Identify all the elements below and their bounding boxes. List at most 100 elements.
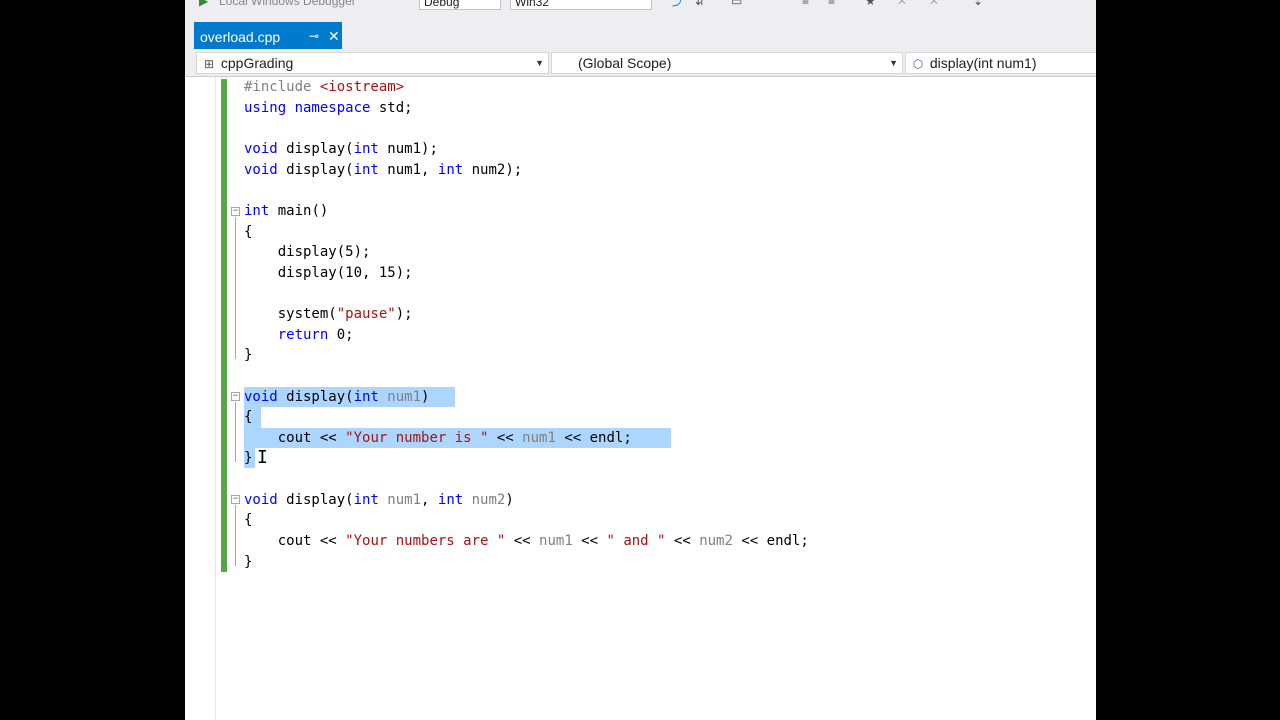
code-token: num2 <box>463 492 506 508</box>
code-token: << <box>572 533 607 549</box>
code-token: main() <box>269 203 329 219</box>
code-token: return <box>244 327 329 343</box>
code-token: ) <box>505 492 514 508</box>
scope-dropdown[interactable]: (Global Scope) ▼ <box>551 52 903 74</box>
code-token: "Your number is " <box>345 430 489 446</box>
code-line: void display(int num1, int num2); <box>244 160 522 180</box>
platform-dropdown[interactable]: Win32 <box>510 0 652 10</box>
toolbar-strip: ▶ Local Windows Debugger Debug Win32 ⤴ ⇵… <box>185 0 1096 16</box>
collapse-display-icon[interactable]: − <box>231 392 240 401</box>
code-token: << endl; <box>732 533 809 549</box>
code-line: system("pause"); <box>244 304 413 324</box>
debugger-label[interactable]: Local Windows Debugger <box>219 0 356 8</box>
code-line: void display(int num1) <box>244 387 429 407</box>
code-token: "pause" <box>336 306 396 322</box>
start-debugging-icon[interactable]: ▶ <box>199 0 208 8</box>
code-line: int main() <box>244 201 328 221</box>
visual-studio-window: ▶ Local Windows Debugger Debug Win32 ⤴ ⇵… <box>185 0 1096 720</box>
code-line: { <box>244 512 253 528</box>
code-token: using namespace <box>244 100 371 116</box>
code-line: display(10, 15); <box>244 265 413 281</box>
code-line: #include <iostream> <box>244 77 404 97</box>
bookmark-icon[interactable]: ★ <box>865 0 876 8</box>
indent-icon[interactable]: ≡ <box>802 0 809 8</box>
code-token: num1, <box>378 162 438 178</box>
code-line: cout << "Your number is " << num1 << end… <box>244 428 632 448</box>
code-token: 0; <box>328 327 354 343</box>
project-value: cppGrading <box>220 55 294 71</box>
code-token: int <box>353 492 379 508</box>
scope-value: (Global Scope) <box>578 55 672 71</box>
fold-guide <box>235 402 236 462</box>
fold-guide <box>235 505 236 566</box>
text-cursor-icon: I <box>257 447 268 468</box>
configuration-value: Debug <box>424 0 460 9</box>
window-icon[interactable]: ▭ <box>731 0 742 8</box>
chevron-down-icon: ▼ <box>889 58 898 68</box>
step-icon[interactable]: ⇵ <box>695 0 705 8</box>
code-token: void <box>244 492 278 508</box>
outdent-icon[interactable]: ≡ <box>828 0 835 8</box>
code-token: int <box>353 141 379 157</box>
code-editor[interactable]: − − − #include <iostream> using namespac… <box>185 77 1096 720</box>
code-token: #include <box>244 79 320 95</box>
code-token: ) <box>421 389 430 405</box>
code-token: num1); <box>378 141 438 157</box>
code-line: } <box>244 554 253 570</box>
code-token: int <box>437 162 464 178</box>
code-token: << <box>505 533 540 549</box>
code-token: int <box>353 389 379 405</box>
code-token: num2 <box>699 533 733 549</box>
code-line: display(5); <box>244 244 371 260</box>
code-line: } <box>244 347 253 363</box>
code-token: system( <box>244 306 337 322</box>
code-line: return 0; <box>244 325 354 345</box>
code-token: num1 <box>522 430 556 446</box>
code-token: void <box>244 389 278 405</box>
tab-label: overload.cpp <box>200 29 281 45</box>
pin-icon[interactable]: ⊸ <box>309 29 319 43</box>
code-line: using namespace std; <box>244 98 413 118</box>
collapse-display2-icon[interactable]: − <box>231 495 240 504</box>
fold-guide <box>235 217 236 359</box>
tab-overload-cpp[interactable]: overload.cpp ⊸ ✕ <box>194 22 342 49</box>
member-dropdown[interactable]: ⬡ display(int num1) <box>905 52 1096 74</box>
code-token: ); <box>395 306 413 322</box>
code-token: int <box>437 492 464 508</box>
code-token: display( <box>277 492 354 508</box>
code-token: std; <box>370 100 413 116</box>
code-token: << endl; <box>555 430 632 446</box>
code-token: void <box>244 162 278 178</box>
code-token: num1 <box>378 389 422 405</box>
code-token: , <box>421 492 438 508</box>
code-line: cout << "Your numbers are " << num1 << "… <box>244 531 809 551</box>
code-token: num1 <box>378 492 422 508</box>
code-token: display( <box>277 141 354 157</box>
more-icon[interactable]: ⇣ <box>973 0 983 8</box>
code-token: void <box>244 141 278 157</box>
code-line: { <box>244 224 253 240</box>
code-token: " and " <box>606 533 666 549</box>
prev-bookmark-icon[interactable]: ✕ <box>897 0 907 8</box>
clear-bookmark-icon[interactable]: ✕ <box>929 0 939 8</box>
attach-icon[interactable]: ⤴ <box>672 0 684 8</box>
code-token: int <box>353 162 379 178</box>
collapse-main-icon[interactable]: − <box>231 207 240 216</box>
code-line: } <box>244 450 253 466</box>
code-token: <iostream> <box>319 79 405 95</box>
chevron-down-icon: ▼ <box>535 58 544 68</box>
code-line: { <box>244 409 253 425</box>
document-tab-well: overload.cpp ⊸ ✕ <box>185 16 1096 66</box>
code-token: num2); <box>463 162 523 178</box>
code-token: int <box>244 203 270 219</box>
code-token: cout << <box>244 430 346 446</box>
configuration-dropdown[interactable]: Debug <box>419 0 501 10</box>
code-token: cout << <box>244 533 346 549</box>
code-line: void display(int num1, int num2) <box>244 490 514 510</box>
code-line: void display(int num1); <box>244 139 438 159</box>
code-token: "Your numbers are " <box>345 533 506 549</box>
change-tracking-bar <box>221 79 227 572</box>
project-dropdown[interactable]: ⊞ cppGrading ▼ <box>196 52 549 74</box>
method-icon: ⬡ <box>912 57 924 71</box>
close-icon[interactable]: ✕ <box>328 28 340 45</box>
